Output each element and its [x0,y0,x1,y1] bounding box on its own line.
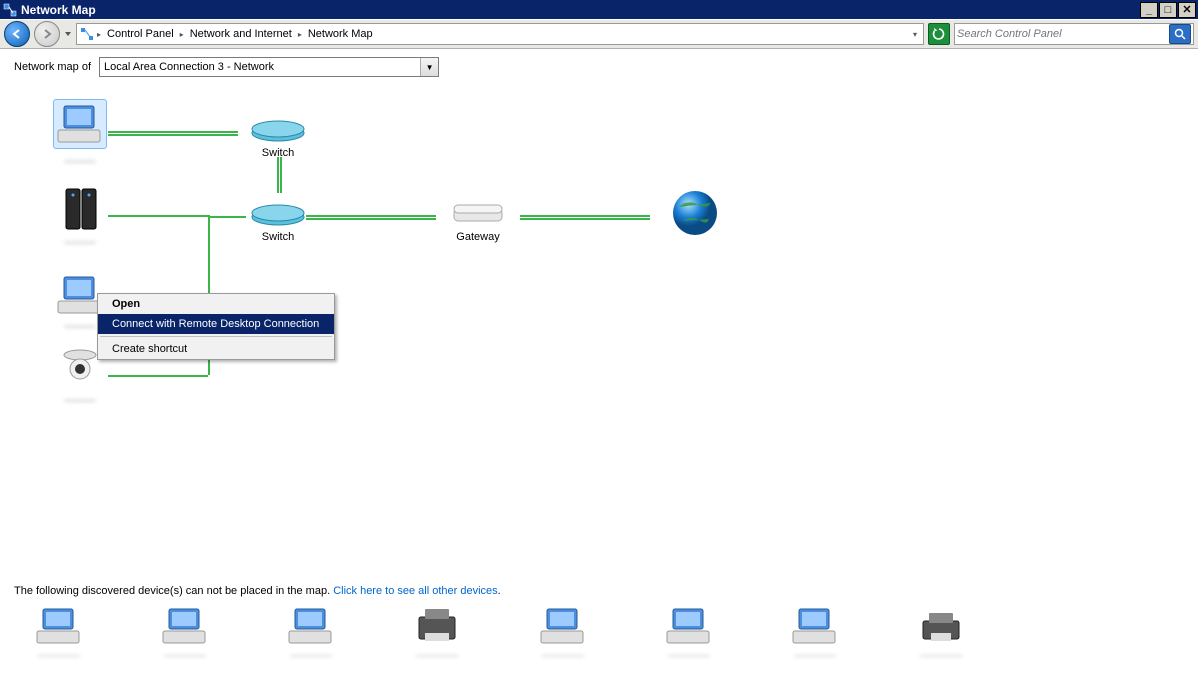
device-label: ──── [35,156,125,168]
close-button[interactable]: ✕ [1178,2,1196,18]
connection-line [520,218,650,220]
chevron-right-icon: ▸ [178,30,186,39]
selected-network: Local Area Connection 3 - Network [104,61,274,73]
device-label: Switch [233,231,323,243]
see-all-devices-link[interactable]: Click here to see all other devices [333,585,497,597]
connection-line [108,131,238,133]
chevron-right-icon: ▸ [296,30,304,39]
window-title: Network Map [21,3,1139,17]
unplaced-device[interactable]: ────── [644,607,734,662]
app-icon [2,2,18,18]
device-label: ──── [35,395,125,407]
device-label: Switch [233,147,323,159]
unplaced-devices-message: The following discovered device(s) can n… [14,585,1184,597]
network-map-canvas: ──── ──── ──── ──── Switch Switch Gatewa… [0,85,1198,565]
search-input[interactable] [957,28,1169,40]
chevron-right-icon: ▸ [95,30,103,39]
device-label: Gateway [433,231,523,243]
internet-globe[interactable] [650,187,740,239]
context-menu-create-shortcut[interactable]: Create shortcut [98,339,334,359]
history-dropdown-icon[interactable] [64,27,72,41]
device-switch-2[interactable]: Switch [233,199,323,243]
context-menu-separator [100,336,332,337]
connection-line [520,215,650,217]
device-label: ──── [35,237,125,249]
breadcrumb-segment[interactable]: Control Panel [103,28,178,40]
maximize-button[interactable]: □ [1159,2,1177,18]
forward-button[interactable] [34,21,60,47]
context-menu: Open Connect with Remote Desktop Connect… [97,293,335,360]
unplaced-device[interactable]: ────── [140,607,230,662]
device-server[interactable]: ──── [35,185,125,249]
unplaced-device[interactable]: ────── [266,607,356,662]
connection-line [277,157,279,193]
breadcrumb-segment[interactable]: Network Map [304,28,377,40]
unplaced-device[interactable]: ────── [518,607,608,662]
device-switch-1[interactable]: Switch [233,115,323,159]
network-select[interactable]: Local Area Connection 3 - Network ▼ [99,57,439,77]
device-this-pc[interactable]: ──── [35,99,125,168]
context-menu-connect-rdc[interactable]: Connect with Remote Desktop Connection [98,314,334,334]
connection-line [280,157,282,193]
unplaced-device-printer[interactable]: ────── [392,607,482,662]
unplaced-devices-list: ────── ────── ────── ────── ────── ─────… [14,607,1184,662]
minimize-button[interactable]: _ [1140,2,1158,18]
connection-line [306,215,436,217]
device-gateway[interactable]: Gateway [433,199,523,243]
unplaced-device[interactable]: ────── [14,607,104,662]
unplaced-device[interactable]: ────── [770,607,860,662]
context-menu-open[interactable]: Open [98,294,334,314]
connection-line [108,134,238,136]
network-map-of-label: Network map of [14,61,91,73]
network-icon [79,26,95,42]
back-button[interactable] [4,21,30,47]
breadcrumb-segment[interactable]: Network and Internet [186,28,296,40]
refresh-button[interactable] [928,23,950,45]
unplaced-device-printer[interactable]: ────── [896,607,986,662]
search-box[interactable] [954,23,1194,45]
address-dropdown-icon[interactable]: ▾ [909,30,921,39]
chevron-down-icon: ▼ [420,58,438,76]
connection-line [306,218,436,220]
search-button[interactable] [1169,24,1191,44]
address-bar[interactable]: ▸ Control Panel ▸ Network and Internet ▸… [76,23,924,45]
